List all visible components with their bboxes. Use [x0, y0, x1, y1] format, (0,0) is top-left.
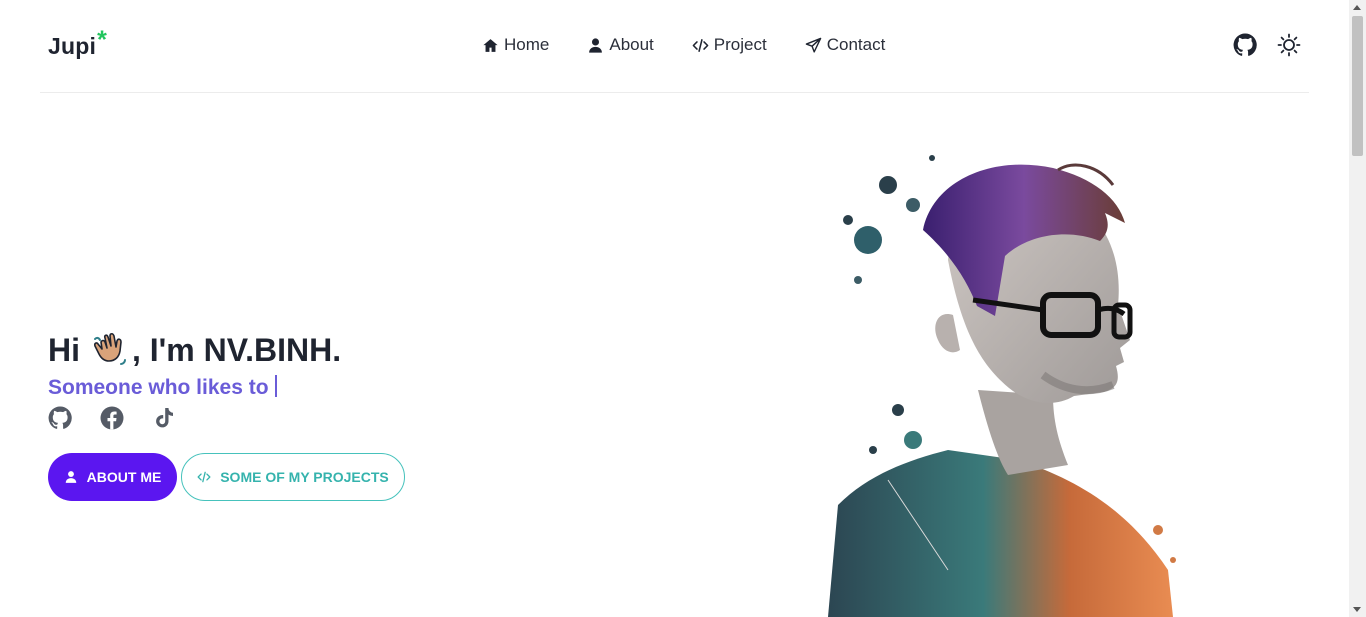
subtitle-text: Someone who likes to — [48, 376, 269, 399]
nav-item-label: Home — [504, 35, 550, 54]
site-header: Jupi* Home About Project Contact — [40, 0, 1309, 93]
tiktok-icon[interactable] — [152, 406, 176, 430]
greeting-suffix: , I'm NV.BINH. — [132, 331, 342, 368]
nav-item-label: Contact — [826, 35, 886, 54]
typing-caret — [274, 375, 277, 397]
user-icon — [589, 37, 603, 53]
hero-title: Hi , I'm NV.BINH. — [48, 330, 341, 370]
main-nav: Home About Project Contact — [482, 35, 885, 55]
social-links — [48, 406, 176, 430]
hero-subtitle: Someone who likes to — [48, 375, 277, 400]
logo-text: Jupi — [48, 33, 97, 59]
send-icon — [805, 37, 822, 53]
nav-item-about[interactable]: About — [587, 35, 654, 55]
nav-item-label: Project — [713, 35, 767, 54]
about-me-label: About me — [86, 469, 162, 485]
greeting-prefix: Hi — [48, 331, 80, 368]
header-actions — [1233, 33, 1301, 57]
page-scrollbar[interactable] — [1349, 0, 1366, 617]
projects-button[interactable]: Some of my projects — [181, 453, 405, 501]
code-icon — [197, 471, 211, 483]
code-icon — [692, 38, 709, 52]
github-icon[interactable] — [1233, 33, 1257, 57]
facebook-icon[interactable] — [100, 406, 124, 430]
home-icon — [483, 38, 498, 52]
scroll-down-icon[interactable] — [1353, 607, 1361, 612]
logo[interactable]: Jupi* — [48, 26, 107, 61]
user-icon — [65, 471, 76, 483]
nav-item-project[interactable]: Project — [692, 35, 767, 55]
nav-item-home[interactable]: Home — [482, 35, 549, 55]
logo-accent: * — [97, 26, 108, 54]
sun-icon[interactable] — [1277, 33, 1301, 57]
nav-item-label: About — [609, 35, 654, 54]
scrollbar-thumb[interactable] — [1352, 16, 1363, 156]
scroll-up-icon[interactable] — [1353, 5, 1361, 10]
nav-item-contact[interactable]: Contact — [805, 35, 886, 55]
github-icon[interactable] — [48, 406, 72, 430]
waving-hand-icon — [94, 332, 126, 365]
hero-portrait-image — [828, 155, 1176, 617]
projects-label: Some of my projects — [220, 469, 389, 485]
about-me-button[interactable]: About me — [48, 453, 177, 501]
